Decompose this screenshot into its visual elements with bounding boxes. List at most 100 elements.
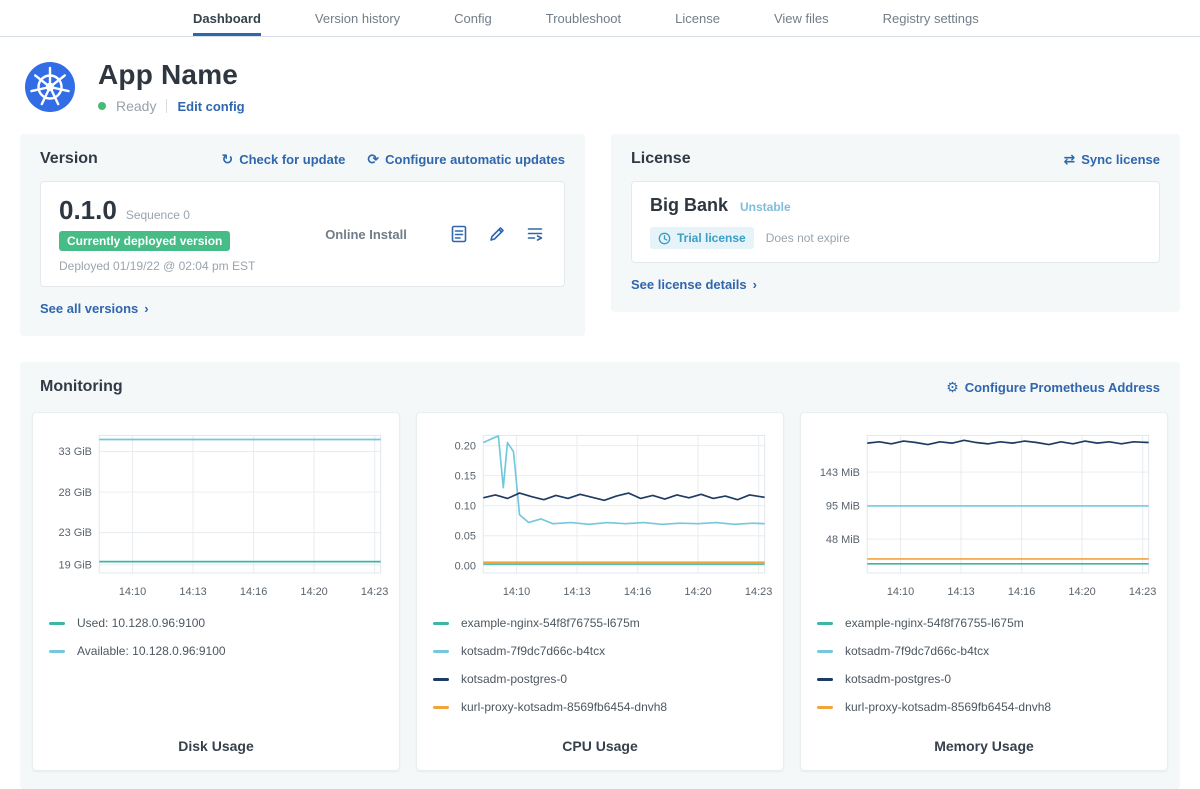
legend-label: example-nginx-54f8f76755-l675m [845, 616, 1024, 630]
legend-label: kurl-proxy-kotsadm-8569fb6454-dnvh8 [461, 700, 667, 714]
app-header-text: App Name Ready Edit config [98, 59, 245, 114]
monitoring-title: Monitoring [40, 378, 123, 396]
license-card: License ⇄ Sync license Big Bank Unstable… [611, 134, 1180, 312]
sync-license-button[interactable]: ⇄ Sync license [1063, 152, 1160, 167]
memory-usage-legend: example-nginx-54f8f76755-l675m kotsadm-7f… [817, 616, 1151, 728]
svg-text:0.10: 0.10 [455, 500, 476, 512]
gear-icon: ⚙ [946, 380, 959, 394]
legend-label: Available: 10.128.0.96:9100 [77, 644, 226, 658]
tab-config[interactable]: Config [454, 0, 492, 36]
divider [166, 99, 167, 113]
version-sequence: Sequence 0 [126, 208, 190, 222]
svg-text:19 GiB: 19 GiB [59, 560, 92, 572]
cpu-usage-chart: 14:10 14:13 14:16 14:20 14:23 0.00 0.05 0.10 0.1… [427, 425, 773, 604]
edit-yaml-icon[interactable] [486, 223, 508, 245]
edit-config-link[interactable]: Edit config [177, 99, 244, 114]
legend-item: kurl-proxy-kotsadm-8569fb6454-dnvh8 [817, 700, 1151, 714]
trial-license-badge: Trial license [650, 227, 754, 249]
cpu-usage-card: 14:10 14:13 14:16 14:20 14:23 0.00 0.05 0.10 0.1… [416, 412, 784, 771]
svg-text:0.15: 0.15 [455, 470, 476, 482]
svg-text:48 MiB: 48 MiB [826, 534, 860, 546]
version-info: 0.1.0 Sequence 0 Currently deployed vers… [59, 195, 284, 273]
legend-label: kotsadm-postgres-0 [461, 672, 567, 686]
legend-color-swatch [817, 678, 833, 681]
svg-text:0.20: 0.20 [455, 440, 476, 452]
deployed-timestamp: Deployed 01/19/22 @ 02:04 pm EST [59, 259, 284, 273]
legend-color-swatch [433, 706, 449, 709]
legend-label: kotsadm-postgres-0 [845, 672, 951, 686]
legend-color-swatch [433, 678, 449, 681]
svg-text:28 GiB: 28 GiB [59, 487, 92, 499]
legend-color-swatch [817, 706, 833, 709]
tab-dashboard[interactable]: Dashboard [193, 0, 261, 36]
chart-title: Disk Usage [43, 728, 389, 754]
version-diff-icon[interactable] [448, 223, 470, 245]
see-all-versions-link[interactable]: See all versions › [40, 301, 149, 316]
status-dot-ready [98, 102, 106, 110]
top-navigation: Dashboard Version history Config Trouble… [0, 0, 1200, 37]
legend-color-swatch [433, 622, 449, 625]
legend-item: Used: 10.128.0.96:9100 [49, 616, 383, 630]
tab-license[interactable]: License [675, 0, 720, 36]
refresh-icon: ↻ [221, 152, 233, 166]
legend-item: example-nginx-54f8f76755-l675m [817, 616, 1151, 630]
svg-text:0.00: 0.00 [455, 560, 476, 572]
monitoring-section: Monitoring ⚙ Configure Prometheus Addres… [20, 362, 1180, 789]
chevron-right-icon: › [144, 301, 148, 316]
configure-prometheus-button[interactable]: ⚙ Configure Prometheus Address [946, 380, 1160, 395]
legend-item: kotsadm-7f9dc7d66c-b4tcx [433, 644, 767, 658]
app-status-row: Ready Edit config [98, 98, 245, 114]
svg-text:14:20: 14:20 [684, 586, 711, 598]
svg-text:0.05: 0.05 [455, 530, 476, 542]
svg-text:14:13: 14:13 [947, 586, 974, 598]
svg-text:14:23: 14:23 [361, 586, 388, 598]
legend-label: kotsadm-7f9dc7d66c-b4tcx [845, 644, 989, 658]
license-channel-label: Unstable [740, 200, 791, 214]
check-for-update-button[interactable]: ↻ Check for update [221, 152, 345, 167]
legend-label: Used: 10.128.0.96:9100 [77, 616, 205, 630]
tab-registry-settings[interactable]: Registry settings [883, 0, 979, 36]
see-license-details-link[interactable]: See license details › [631, 277, 757, 292]
cards-row: Version ↻ Check for update ⟳ Configure a… [0, 134, 1200, 336]
version-card-title: Version [40, 150, 98, 168]
legend-color-swatch [817, 622, 833, 625]
svg-text:14:16: 14:16 [1008, 586, 1035, 598]
svg-text:14:23: 14:23 [745, 586, 772, 598]
memory-usage-card: 14:1014:1314:1614:2014:2348 MiB95 MiB143… [800, 412, 1168, 771]
svg-text:14:16: 14:16 [624, 586, 651, 598]
memory-usage-chart: 14:1014:1314:1614:2014:2348 MiB95 MiB143… [811, 425, 1157, 604]
svg-text:14:10: 14:10 [887, 586, 914, 598]
app-status-text: Ready [116, 98, 156, 114]
configure-automatic-updates-button[interactable]: ⟳ Configure automatic updates [367, 152, 565, 167]
license-expiry-text: Does not expire [766, 231, 850, 245]
chart-title: Memory Usage [811, 728, 1157, 754]
chevron-right-icon: › [753, 277, 757, 292]
auto-update-icon: ⟳ [367, 152, 379, 166]
clock-icon [658, 232, 671, 245]
svg-text:14:13: 14:13 [563, 586, 590, 598]
legend-item: Available: 10.128.0.96:9100 [49, 644, 383, 658]
svg-text:14:10: 14:10 [119, 586, 146, 598]
sync-icon: ⇄ [1063, 152, 1075, 166]
deployed-version-box: 0.1.0 Sequence 0 Currently deployed vers… [40, 181, 565, 287]
legend-color-swatch [817, 650, 833, 653]
tab-troubleshoot[interactable]: Troubleshoot [546, 0, 621, 36]
svg-text:33 GiB: 33 GiB [59, 446, 92, 458]
version-actions [448, 223, 546, 245]
legend-item: example-nginx-54f8f76755-l675m [433, 616, 767, 630]
legend-item: kotsadm-7f9dc7d66c-b4tcx [817, 644, 1151, 658]
svg-text:14:20: 14:20 [1068, 586, 1095, 598]
version-number: 0.1.0 [59, 195, 117, 226]
disk-usage-card: 14:1014:1314:1614:2014:2319 GiB23 GiB28 … [32, 412, 400, 771]
legend-color-swatch [49, 622, 65, 625]
legend-item: kotsadm-postgres-0 [433, 672, 767, 686]
legend-item: kurl-proxy-kotsadm-8569fb6454-dnvh8 [433, 700, 767, 714]
release-notes-icon[interactable] [524, 223, 546, 245]
legend-label: kurl-proxy-kotsadm-8569fb6454-dnvh8 [845, 700, 1051, 714]
svg-text:14:20: 14:20 [300, 586, 327, 598]
legend-label: example-nginx-54f8f76755-l675m [461, 616, 640, 630]
tab-version-history[interactable]: Version history [315, 0, 400, 36]
tab-view-files[interactable]: View files [774, 0, 829, 36]
cpu-usage-legend: example-nginx-54f8f76755-l675m kotsadm-7f… [433, 616, 767, 728]
svg-text:14:10: 14:10 [503, 586, 530, 598]
